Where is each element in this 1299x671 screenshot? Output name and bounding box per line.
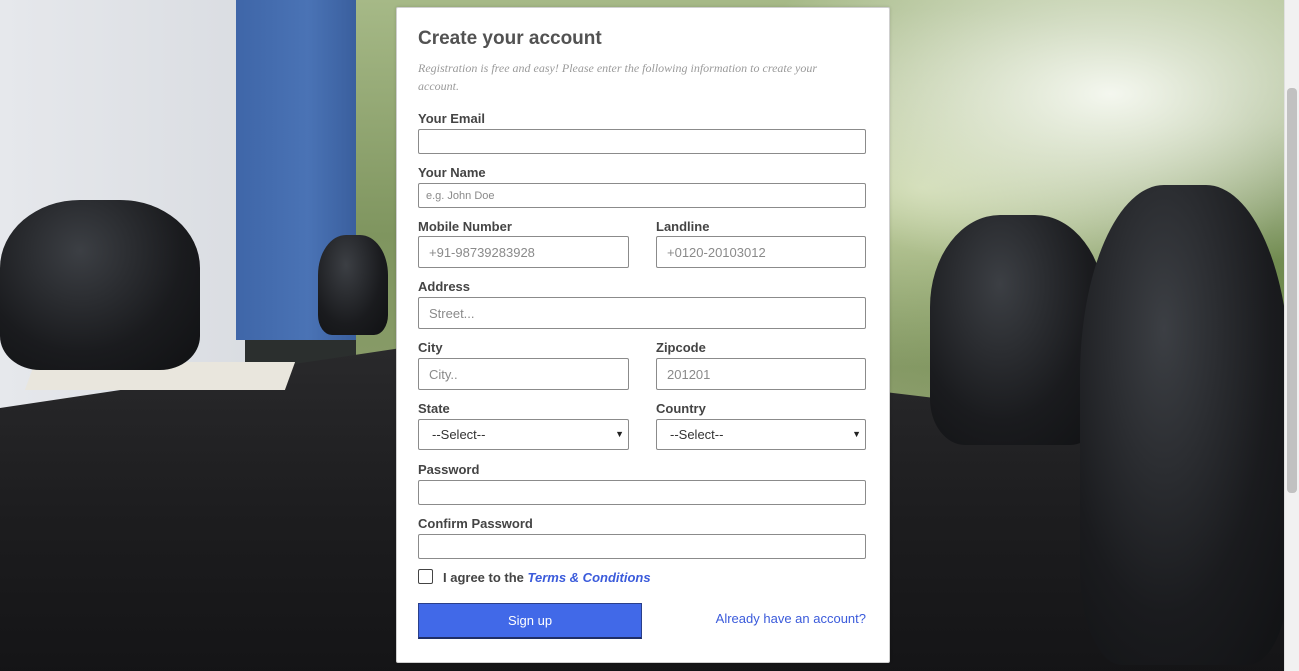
name-label: Your Name: [418, 165, 486, 180]
city-label: City: [418, 340, 443, 355]
signup-button[interactable]: Sign up: [418, 603, 642, 639]
address-label: Address: [418, 279, 471, 294]
signup-form: Create your account Registration is free…: [396, 7, 890, 663]
terms-link[interactable]: Terms & Conditions: [528, 570, 651, 585]
mobile-label: Mobile Number: [418, 219, 512, 234]
terms-checkbox[interactable]: [418, 569, 433, 584]
state-select[interactable]: --Select-- ▼: [418, 419, 629, 450]
country-label: Country: [656, 401, 706, 416]
state-label: State: [418, 401, 450, 416]
login-link[interactable]: Already have an account?: [716, 611, 866, 626]
form-subtitle: Registration is free and easy! Please en…: [418, 61, 818, 93]
confirm-password-label: Confirm Password: [418, 516, 533, 531]
background-chair: [930, 215, 1105, 445]
name-field[interactable]: [418, 183, 866, 208]
chevron-down-icon: ▼: [852, 429, 861, 439]
mobile-field[interactable]: [418, 236, 629, 268]
country-select[interactable]: --Select-- ▼: [656, 419, 866, 450]
background-chair: [318, 235, 388, 335]
country-selected-value: --Select--: [670, 427, 724, 442]
background-chair: [1080, 185, 1290, 665]
scrollbar-thumb[interactable]: [1287, 88, 1297, 493]
terms-agreement: I agree to the Terms & Conditions: [443, 570, 651, 585]
email-field[interactable]: [418, 129, 866, 154]
background-chair: [0, 200, 200, 370]
password-label: Password: [418, 462, 480, 477]
state-selected-value: --Select--: [432, 427, 486, 442]
landline-field[interactable]: [656, 236, 866, 268]
landline-label: Landline: [656, 219, 710, 234]
zipcode-label: Zipcode: [656, 340, 706, 355]
password-field[interactable]: [418, 480, 866, 505]
email-label: Your Email: [418, 111, 485, 126]
form-title: Create your account: [418, 28, 602, 49]
address-field[interactable]: [418, 297, 866, 329]
page-scrollbar[interactable]: [1284, 0, 1299, 671]
zipcode-field[interactable]: [656, 358, 866, 390]
confirm-password-field[interactable]: [418, 534, 866, 559]
city-field[interactable]: [418, 358, 629, 390]
chevron-down-icon: ▼: [615, 429, 624, 439]
terms-prefix-text: I agree to the: [443, 570, 528, 585]
